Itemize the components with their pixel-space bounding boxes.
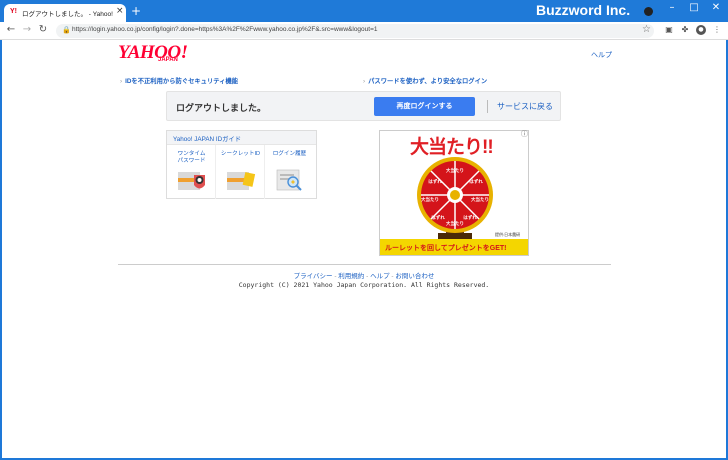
guide-item-login-history[interactable]: ログイン履歴	[265, 145, 314, 199]
puzzle-icon[interactable]: ✤	[680, 25, 690, 35]
wheel-segment-label: 大当たり	[421, 196, 439, 203]
logout-panel: ログアウトしました。 再度ログインする サービスに戻る	[166, 91, 561, 121]
feature-security-link[interactable]: › IDを不正利用から防ぐセキュリティ機能	[120, 76, 238, 85]
guide-title[interactable]: Yahoo! JAPAN IDガイド	[173, 134, 241, 143]
feature-passwordless-label: パスワードを使わず、より安全なログイン	[368, 78, 488, 85]
guide-item-secret-id[interactable]: シークレットID	[216, 145, 265, 199]
window-close-icon[interactable]: ✕	[706, 2, 726, 13]
forward-icon[interactable]: →	[21, 24, 33, 35]
footer-link-help[interactable]: ヘルプ	[370, 273, 390, 280]
wheel-segment-label: はずれ	[463, 214, 477, 221]
ad-footer-text: ルーレットを回してプレゼントをGET!	[385, 245, 507, 252]
ad-sponsor: 提供:日本農研	[495, 232, 521, 237]
id-guide-panel: Yahoo! JAPAN IDガイド ワンタイム パスワード シークレットID	[166, 130, 317, 199]
wheel-segment-label: はずれ	[469, 178, 483, 185]
back-icon[interactable]: ←	[5, 24, 17, 35]
relogin-button[interactable]: 再度ログインする	[374, 97, 475, 116]
yahoo-favicon-icon: Y!	[10, 8, 17, 15]
extension-icon[interactable]: ▣	[664, 25, 674, 35]
footer-divider	[118, 264, 611, 265]
ad-info-icon[interactable]: ⓘ	[521, 129, 528, 139]
browser-titlebar: Y! ログアウトしました。 - Yahoo! JAPAN × + Buzzwor…	[0, 0, 728, 22]
logout-message: ログアウトしました。	[176, 103, 267, 113]
feature-security-label: IDを不正利用から防ぐセキュリティ機能	[125, 78, 239, 85]
ad-footer: ルーレットを回してプレゼントをGET!	[380, 239, 528, 255]
logout-page: YAHOO! JAPAN ヘルプ › IDを不正利用から防ぐセキュリティ機能 › パ…	[2, 40, 726, 458]
profile-icon[interactable]	[644, 7, 653, 16]
wheel-segment-label: 大当たり	[446, 220, 464, 227]
url-text[interactable]: https://login.yahoo.co.jp/config/login?.…	[72, 26, 378, 33]
new-tab-icon[interactable]: +	[131, 5, 141, 17]
help-link[interactable]: ヘルプ	[591, 50, 612, 60]
footer-link-privacy[interactable]: プライバシー	[294, 273, 333, 280]
star-icon[interactable]: ☆	[642, 24, 651, 35]
wheel-segment-label: はずれ	[428, 178, 442, 185]
secret-id-icon	[227, 172, 256, 190]
logo-sub-text: JAPAN	[158, 57, 178, 63]
roulette-wheel-icon: 大当たり はずれ 大当たり はずれ 大当たり はずれ 大当たり はずれ	[417, 157, 493, 241]
chevron-right-icon: ›	[363, 78, 366, 85]
brand-label: Buzzword Inc.	[536, 2, 631, 18]
close-tab-icon[interactable]: ×	[116, 6, 124, 16]
wheel-segment-label: はずれ	[431, 214, 445, 221]
account-icon[interactable]: ●	[696, 25, 706, 35]
browser-tab[interactable]: Y! ログアウトしました。 - Yahoo! JAPAN ×	[4, 4, 126, 22]
footer-link-contact[interactable]: お問い合わせ	[395, 273, 434, 280]
guide-item-onetime-password[interactable]: ワンタイム パスワード	[167, 145, 216, 199]
guide-item-label: ログイン履歴	[272, 151, 307, 157]
copyright-text: Copyright (C) 2021 Yahoo Japan Corporati…	[238, 281, 490, 289]
guide-item-label: シークレットID	[220, 151, 261, 157]
footer-links: プライバシー - 利用規約 - ヘルプ - お問い合わせ	[2, 270, 726, 280]
back-to-service-link[interactable]: サービスに戻る	[497, 101, 553, 112]
footer-link-terms[interactable]: 利用規約	[338, 273, 364, 280]
wheel-segment-label: 大当たり	[471, 196, 489, 203]
divider	[487, 100, 488, 113]
login-history-icon	[276, 169, 302, 191]
lock-icon[interactable]: 🔒	[62, 26, 71, 34]
guide-header: Yahoo! JAPAN IDガイド	[167, 131, 316, 145]
chevron-right-icon: ›	[120, 78, 123, 85]
roulette-ad-banner[interactable]: 大当たり!! 大当たり はずれ 大当たり はずれ 大当たり はずれ 大当たり は…	[379, 130, 529, 256]
guide-item-label: ワンタイム パスワード	[177, 151, 206, 164]
onetime-password-icon	[178, 172, 205, 190]
menu-icon[interactable]: ⋮	[712, 25, 722, 35]
yahoo-japan-logo[interactable]: YAHOO! JAPAN	[118, 42, 198, 66]
address-bar[interactable]: 🔒 https://login.yahoo.co.jp/config/login…	[56, 24, 654, 38]
maximize-icon[interactable]: □	[684, 2, 704, 13]
browser-toolbar: ← → ↻ 🔒 https://login.yahoo.co.jp/config…	[0, 22, 728, 40]
minimize-icon[interactable]: –	[662, 2, 682, 13]
feature-passwordless-link[interactable]: › パスワードを使わず、より安全なログイン	[363, 76, 487, 85]
tab-title: ログアウトしました。 - Yahoo! JAPAN	[22, 11, 114, 18]
reload-icon[interactable]: ↻	[37, 24, 49, 35]
page-viewport: YAHOO! JAPAN ヘルプ › IDを不正利用から防ぐセキュリティ機能 › パ…	[2, 40, 726, 458]
wheel-segment-label: 大当たり	[446, 167, 464, 174]
